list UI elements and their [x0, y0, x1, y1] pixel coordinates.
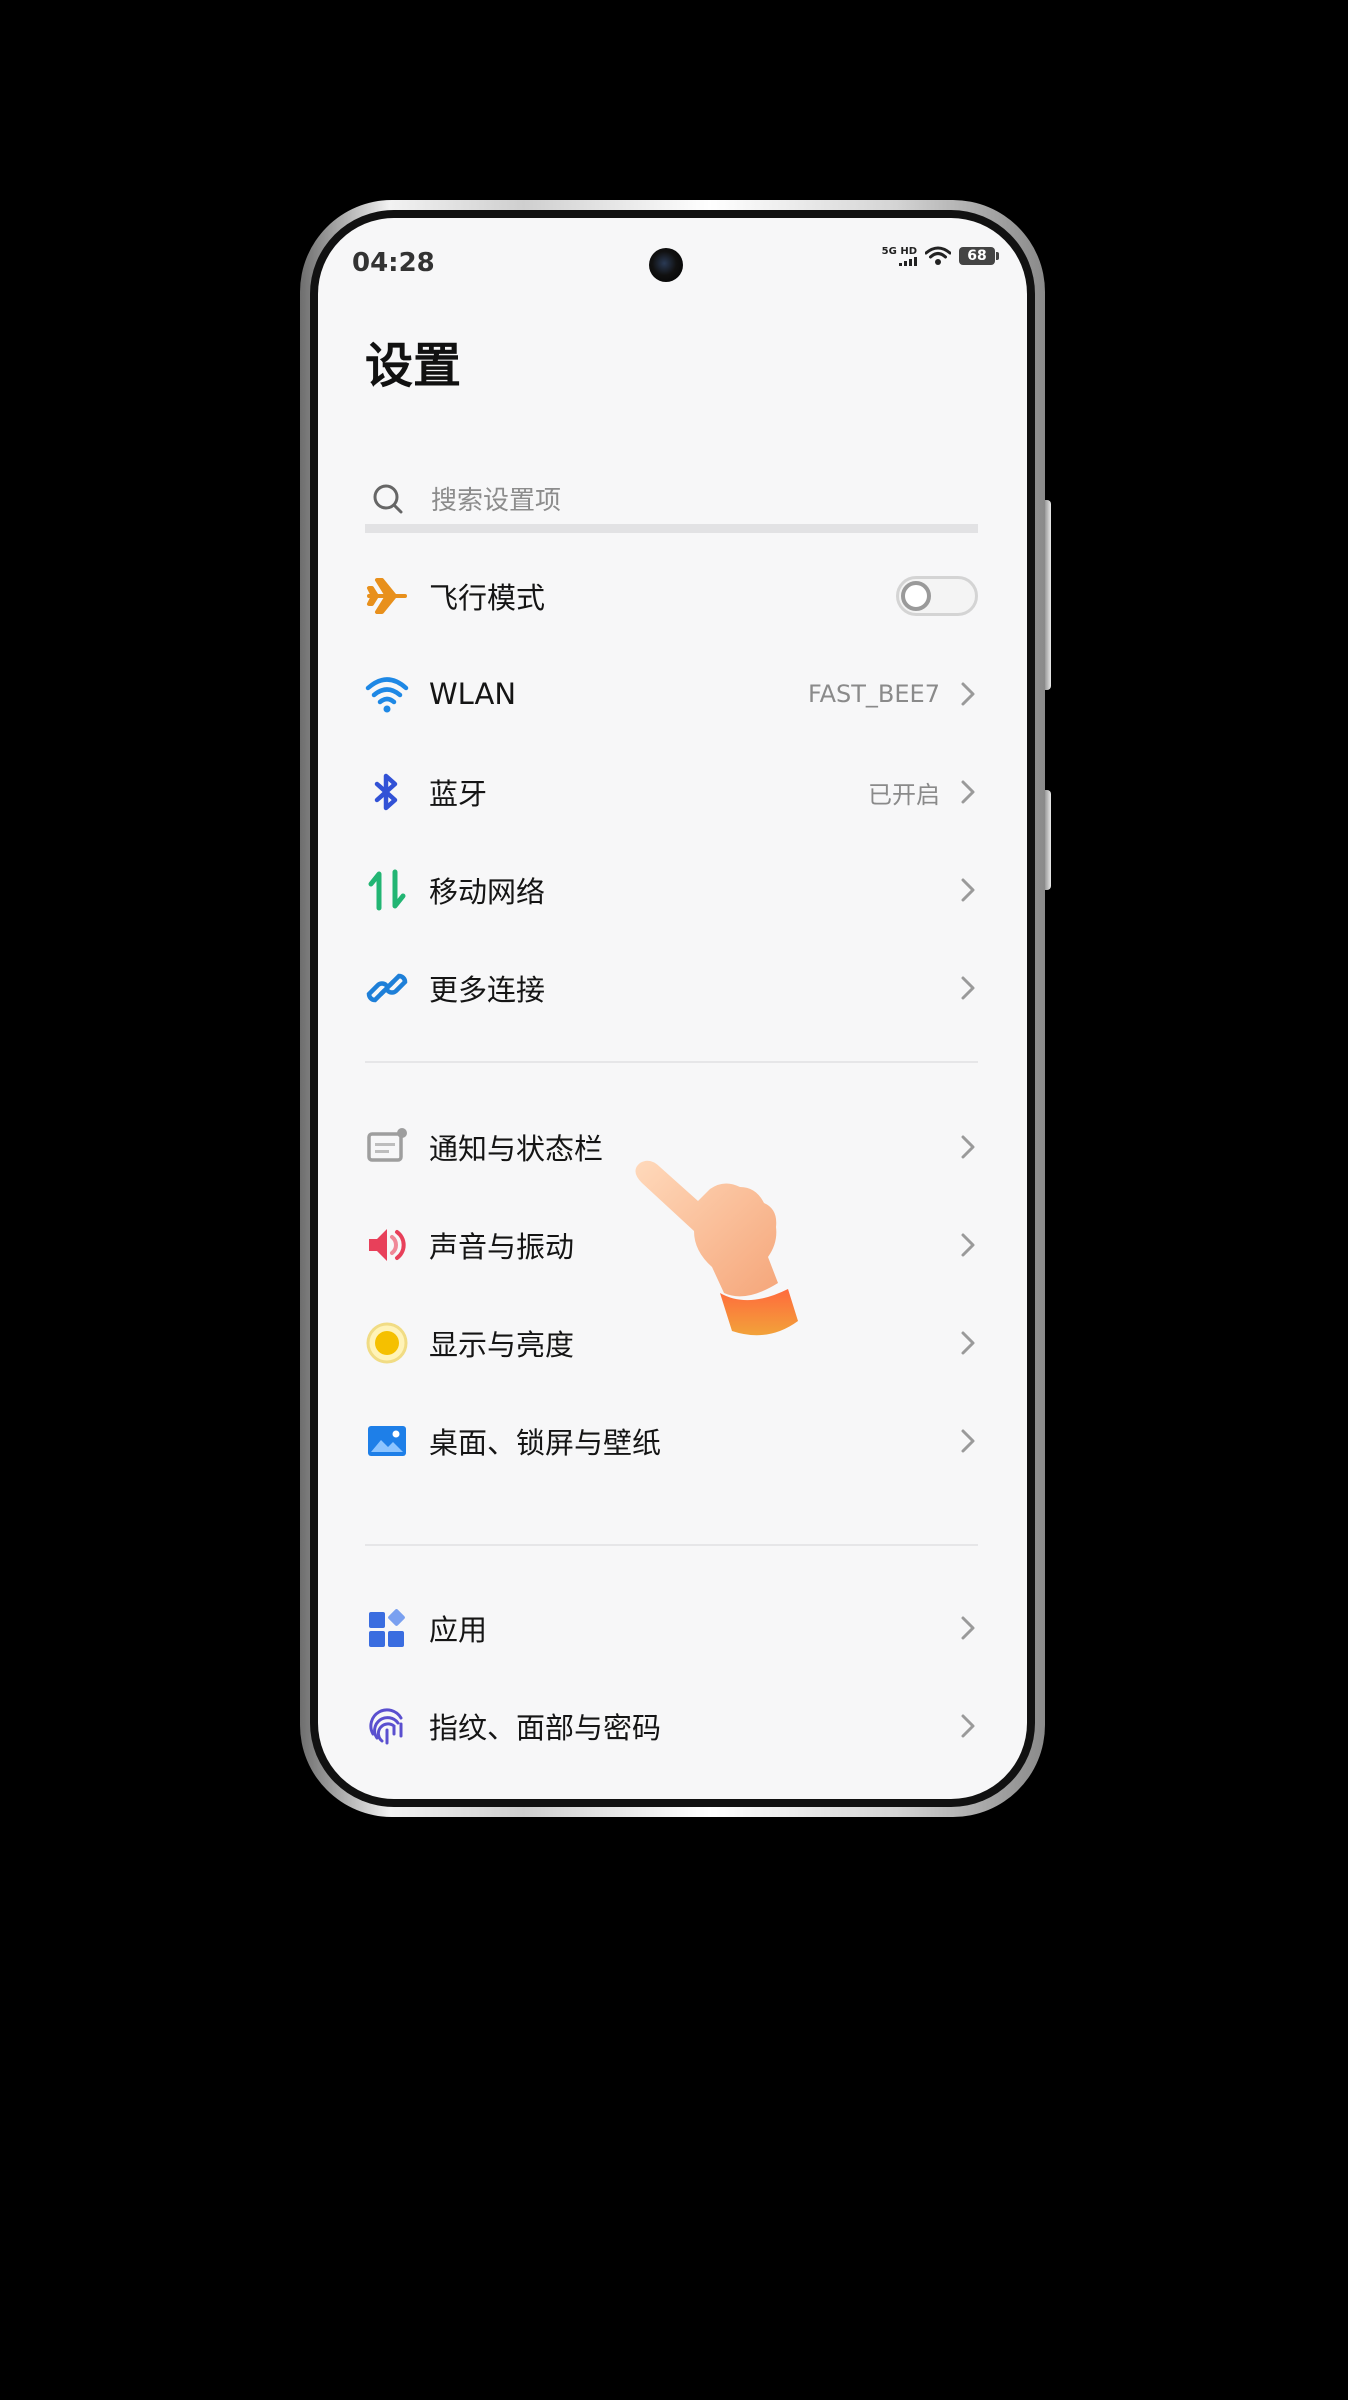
cellular-signal-icon: 5G HD	[882, 246, 917, 266]
mobile-data-icon	[365, 868, 409, 912]
wlan-network-name: FAST_BEE7	[808, 680, 940, 708]
bluetooth-icon	[365, 770, 409, 814]
status-time: 04:28	[352, 248, 435, 278]
section-divider	[365, 1061, 978, 1063]
search-placeholder: 搜索设置项	[431, 486, 562, 516]
chevron-right-icon	[961, 1616, 975, 1640]
settings-item-mobile-network[interactable]: 移动网络	[365, 841, 978, 939]
chevron-right-icon	[961, 1714, 975, 1738]
settings-item-wallpaper[interactable]: 桌面、锁屏与壁纸	[365, 1392, 978, 1490]
settings-item-wlan[interactable]: WLAN FAST_BEE7	[365, 645, 978, 743]
chevron-right-icon	[961, 976, 975, 1000]
section-divider	[365, 1544, 978, 1546]
airplane-icon	[365, 574, 409, 618]
notification-icon	[365, 1125, 409, 1169]
page-title: 设置	[365, 338, 462, 394]
apps-icon	[365, 1606, 409, 1650]
settings-item-label: 移动网络	[429, 875, 546, 909]
wallpaper-icon	[365, 1419, 409, 1463]
chevron-right-icon	[961, 780, 975, 804]
toggle-knob	[901, 581, 931, 611]
settings-item-label: 蓝牙	[429, 777, 488, 811]
apps-security-group: 应用 指纹、面部与密码	[365, 1579, 978, 1775]
chevron-right-icon	[961, 682, 975, 706]
phone-frame: 04:28 5G HD 68 设置 搜索设置项 飞行模式 WLAN FAST_B…	[300, 200, 1051, 1817]
wifi-icon	[365, 672, 409, 716]
settings-item-security[interactable]: 指纹、面部与密码	[365, 1677, 978, 1775]
chevron-right-icon	[961, 1429, 975, 1453]
search-bar[interactable]: 搜索设置项	[365, 473, 978, 533]
front-camera	[649, 248, 683, 282]
settings-item-more-connections[interactable]: 更多连接	[365, 939, 978, 1037]
status-bar: 04:28 5G HD 68	[318, 218, 1027, 298]
fingerprint-icon	[365, 1704, 409, 1748]
chevron-right-icon	[961, 1233, 975, 1257]
volume-button	[1045, 500, 1051, 690]
battery-level: 68	[967, 248, 987, 264]
brightness-icon	[365, 1321, 409, 1365]
settings-item-apps[interactable]: 应用	[365, 1579, 978, 1677]
chevron-right-icon	[961, 878, 975, 902]
phone-bezel: 04:28 5G HD 68 设置 搜索设置项 飞行模式 WLAN FAST_B…	[310, 210, 1035, 1807]
battery-icon: 68	[959, 247, 999, 265]
settings-item-label: 应用	[429, 1613, 488, 1647]
pointing-hand-icon	[635, 1160, 798, 1336]
bluetooth-status: 已开启	[868, 780, 940, 809]
settings-item-bluetooth[interactable]: 蓝牙 已开启	[365, 743, 978, 841]
search-icon	[373, 484, 403, 513]
wifi-status-icon	[925, 246, 951, 265]
chevron-right-icon	[961, 1135, 975, 1159]
settings-item-airplane-mode[interactable]: 飞行模式	[365, 547, 978, 645]
airplane-mode-toggle[interactable]	[896, 576, 978, 616]
settings-item-label: 更多连接	[429, 973, 546, 1007]
settings-item-label: WLAN	[429, 677, 517, 711]
settings-item-label: 飞行模式	[429, 581, 546, 615]
network-type: 5G HD	[881, 246, 917, 257]
connectivity-group: 飞行模式 WLAN FAST_BEE7 蓝牙 已开启 移动网络 更多连接	[365, 547, 978, 1037]
speaker-icon	[365, 1223, 409, 1267]
link-icon	[365, 966, 409, 1010]
settings-item-label: 桌面、锁屏与壁纸	[429, 1426, 662, 1460]
status-indicators: 5G HD 68	[882, 246, 999, 266]
chevron-right-icon	[961, 1331, 975, 1355]
power-button	[1045, 790, 1051, 890]
screen: 04:28 5G HD 68 设置 搜索设置项 飞行模式 WLAN FAST_B…	[318, 218, 1027, 1799]
settings-item-label: 指纹、面部与密码	[429, 1711, 662, 1745]
